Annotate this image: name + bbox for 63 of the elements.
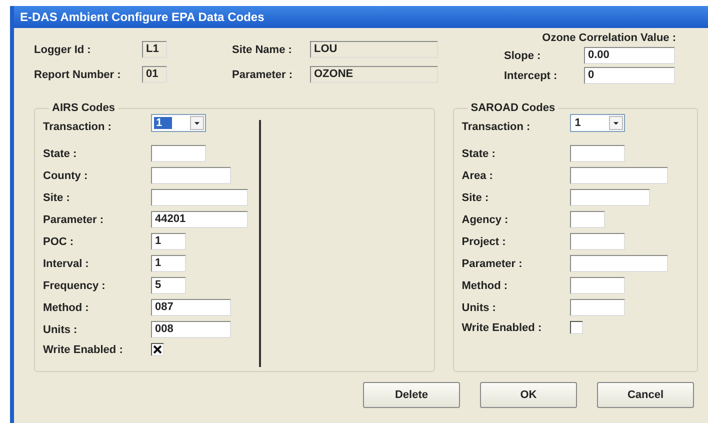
input-field[interactable]: L1	[142, 41, 167, 58]
field-label: Units :	[462, 302, 497, 314]
field-label: Transaction :	[462, 121, 532, 133]
input-field[interactable]: 0	[584, 67, 675, 84]
input-field[interactable]: 5	[151, 277, 186, 294]
field-label: Units :	[43, 324, 78, 336]
field-label: Logger Id :	[34, 44, 92, 56]
field-label: POC :	[43, 236, 75, 248]
checkbox[interactable]	[151, 343, 164, 356]
field-label: Interval :	[43, 258, 90, 270]
window-title: E-DAS Ambient Configure EPA Data Codes	[20, 10, 264, 24]
field-label: Project :	[462, 236, 507, 248]
checkbox[interactable]	[570, 321, 583, 334]
field-label: Site :	[43, 192, 71, 204]
field-label: Write Enabled :	[43, 344, 124, 356]
input-field[interactable]: LOU	[310, 41, 438, 58]
input-field[interactable]	[570, 211, 605, 228]
field-label: State :	[43, 148, 78, 160]
input-field[interactable]	[570, 189, 650, 206]
transaction-dropdown[interactable]: 1	[151, 114, 206, 132]
input-field[interactable]	[570, 299, 625, 316]
field-label: Intercept :	[504, 70, 558, 82]
input-field[interactable]: 008	[151, 321, 231, 338]
input-field[interactable]	[570, 255, 668, 272]
dialog-button[interactable]: Cancel	[597, 382, 694, 408]
group-title: AIRS Codes	[51, 102, 116, 114]
transaction-dropdown[interactable]: 1	[570, 114, 625, 132]
field-label: Parameter :	[462, 258, 524, 270]
caret-icon	[190, 116, 204, 130]
input-field[interactable]	[151, 189, 248, 206]
field-label: Agency :	[462, 214, 510, 226]
input-field[interactable]: 44201	[151, 211, 248, 228]
field-label: State :	[462, 148, 496, 160]
input-field[interactable]	[570, 233, 625, 250]
field-label: Site :	[462, 192, 490, 204]
group-title: SAROAD Codes	[470, 102, 556, 114]
field-label: Report Number :	[34, 68, 122, 80]
field-label: Method :	[43, 302, 90, 314]
input-field[interactable]	[570, 277, 625, 294]
field-label: Slope :	[504, 50, 542, 62]
input-field[interactable]: 1	[151, 233, 186, 250]
field-label: County :	[43, 170, 89, 182]
field-label: Parameter :	[232, 68, 294, 80]
input-field[interactable]: 0.00	[584, 47, 675, 64]
input-field[interactable]	[151, 145, 206, 162]
field-label: Area :	[462, 170, 494, 182]
field-label: Method :	[462, 280, 509, 292]
input-field[interactable]: 087	[151, 299, 231, 316]
dialog-button[interactable]: OK	[480, 382, 577, 408]
input-field[interactable]	[570, 145, 625, 162]
input-field[interactable]	[151, 167, 231, 184]
field-label: Write Enabled :	[462, 322, 543, 334]
input-field[interactable]	[570, 167, 668, 184]
field-label: Frequency :	[43, 280, 106, 292]
field-label: Transaction :	[43, 121, 112, 133]
field-label: Site Name :	[232, 44, 293, 56]
field-label: Parameter :	[43, 214, 105, 226]
input-field[interactable]: 01	[142, 66, 167, 83]
caret-icon	[608, 116, 623, 130]
input-field[interactable]: OZONE	[310, 66, 438, 83]
dialog-button[interactable]: Delete	[363, 382, 460, 408]
input-field[interactable]: 1	[151, 255, 186, 272]
section-title: Ozone Correlation Value :	[541, 32, 676, 44]
